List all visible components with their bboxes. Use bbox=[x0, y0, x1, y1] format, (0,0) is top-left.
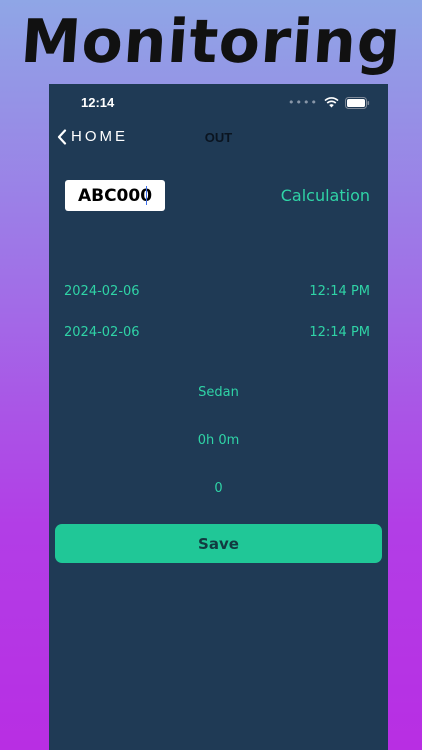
signal-dots-icon: •••• bbox=[288, 96, 318, 109]
exit-time[interactable]: 12:14 PM bbox=[309, 325, 370, 340]
text-cursor bbox=[146, 186, 147, 205]
duration-value: 0h 0m bbox=[197, 433, 240, 448]
entry-date[interactable]: 2024-02-06 bbox=[64, 284, 140, 299]
app-screen: 12:14 •••• HOME OUT Calculation bbox=[49, 84, 388, 750]
exit-date[interactable]: 2024-02-06 bbox=[64, 325, 140, 340]
amount-value: 0 bbox=[214, 481, 223, 496]
navigation-bar: HOME OUT bbox=[49, 124, 388, 154]
calculation-button[interactable]: Calculation bbox=[281, 186, 370, 205]
battery-icon bbox=[345, 96, 370, 109]
entry-time[interactable]: 12:14 PM bbox=[309, 284, 370, 299]
plate-number-input[interactable] bbox=[65, 180, 165, 211]
save-button[interactable]: Save bbox=[55, 524, 382, 563]
status-icons: •••• bbox=[288, 96, 370, 109]
wifi-icon bbox=[324, 97, 339, 108]
page-title: OUT bbox=[204, 130, 233, 145]
exit-row: 2024-02-06 12:14 PM bbox=[64, 325, 370, 343]
status-time: 12:14 bbox=[81, 95, 115, 110]
promo-title: Monitoring bbox=[18, 7, 404, 77]
vehicle-type[interactable]: Sedan bbox=[49, 385, 388, 400]
entry-row: 2024-02-06 12:14 PM bbox=[64, 284, 370, 302]
status-bar: 12:14 •••• bbox=[49, 84, 388, 124]
